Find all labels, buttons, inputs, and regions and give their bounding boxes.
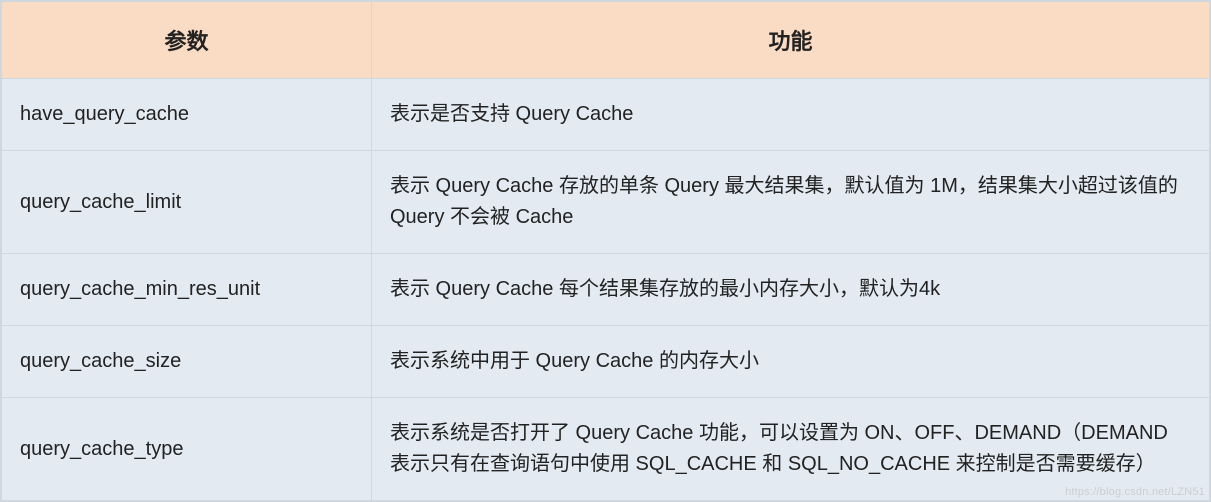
header-param: 参数 [2,2,372,79]
cell-param: query_cache_type [2,398,372,501]
table-row: query_cache_type 表示系统是否打开了 Query Cache 功… [2,398,1210,501]
parameter-table: 参数 功能 have_query_cache 表示是否支持 Query Cach… [1,1,1210,501]
table-row: query_cache_limit 表示 Query Cache 存放的单条 Q… [2,151,1210,254]
table-row: query_cache_min_res_unit 表示 Query Cache … [2,254,1210,326]
header-func: 功能 [372,2,1210,79]
cell-func: 表示 Query Cache 存放的单条 Query 最大结果集，默认值为 1M… [372,151,1210,254]
cell-func: 表示系统中用于 Query Cache 的内存大小 [372,326,1210,398]
cell-param: query_cache_limit [2,151,372,254]
table-row: query_cache_size 表示系统中用于 Query Cache 的内存… [2,326,1210,398]
watermark-text: https://blog.csdn.net/LZN51 [1065,486,1205,498]
cell-func: 表示是否支持 Query Cache [372,79,1210,151]
table-row: have_query_cache 表示是否支持 Query Cache [2,79,1210,151]
cell-param: query_cache_min_res_unit [2,254,372,326]
cell-param: query_cache_size [2,326,372,398]
table-header-row: 参数 功能 [2,2,1210,79]
cell-func: 表示 Query Cache 每个结果集存放的最小内存大小，默认为4k [372,254,1210,326]
parameter-table-wrapper: 参数 功能 have_query_cache 表示是否支持 Query Cach… [0,0,1211,502]
cell-param: have_query_cache [2,79,372,151]
